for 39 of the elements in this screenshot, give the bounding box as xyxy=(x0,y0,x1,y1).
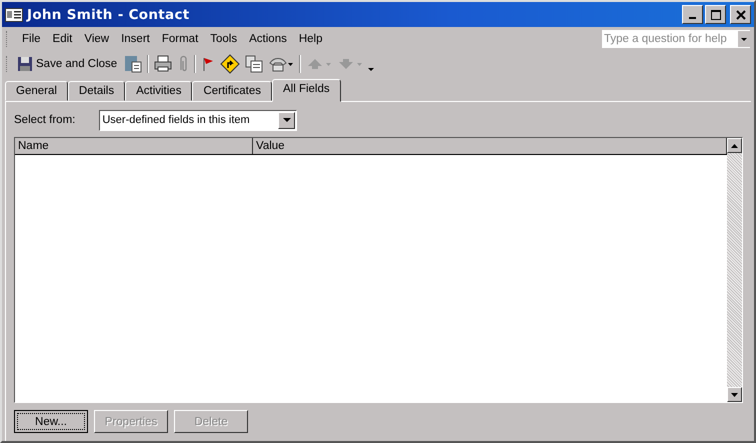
menu-item[interactable]: Format xyxy=(156,33,204,45)
menu-item[interactable]: File xyxy=(16,33,47,45)
dropdown-arrow-icon xyxy=(282,118,291,122)
scroll-up-icon xyxy=(731,144,738,148)
tab[interactable]: General xyxy=(5,81,68,101)
close-button[interactable] xyxy=(730,5,751,24)
minimize-button[interactable] xyxy=(682,5,703,24)
telephone-icon[interactable] xyxy=(268,55,294,73)
menu-item[interactable]: Tools xyxy=(204,33,244,45)
contact-card-icon xyxy=(5,8,23,22)
menu-item[interactable]: Actions xyxy=(243,33,293,45)
flag-icon[interactable] xyxy=(201,55,216,73)
select-from-dropdown[interactable]: User-defined fields in this item xyxy=(99,110,298,130)
road-sign-icon[interactable] xyxy=(220,54,240,74)
tab[interactable]: Certificates xyxy=(192,81,272,101)
menu-item[interactable]: Edit xyxy=(46,33,78,45)
tab[interactable]: Activities xyxy=(125,81,192,101)
save-icon[interactable] xyxy=(124,55,142,73)
scroll-down-icon xyxy=(731,392,738,396)
select-from-label: Select from: xyxy=(14,114,76,126)
tab[interactable]: Details xyxy=(68,81,126,101)
save-and-close-button[interactable]: Save and Close xyxy=(15,56,120,72)
menu-item[interactable]: Insert xyxy=(115,33,156,45)
window-title: John Smith - Contact xyxy=(27,6,190,22)
fields-list[interactable]: Name Value xyxy=(14,137,743,403)
column-header[interactable]: Value xyxy=(253,138,727,154)
help-search-field[interactable]: Type a question for help xyxy=(602,30,750,48)
menu-item[interactable]: Help xyxy=(292,33,328,45)
minimize-icon xyxy=(689,17,696,19)
menu-item[interactable]: View xyxy=(78,33,116,45)
column-header[interactable]: Name xyxy=(15,138,253,154)
maximize-icon xyxy=(710,10,720,20)
maximize-button[interactable] xyxy=(705,5,726,24)
document-card-icon[interactable] xyxy=(245,55,264,73)
close-icon xyxy=(736,10,746,20)
printer-icon[interactable] xyxy=(154,55,172,73)
dialog-button[interactable]: New... xyxy=(14,410,88,433)
scrollbar[interactable] xyxy=(727,138,742,402)
tab[interactable]: All Fields xyxy=(272,79,341,102)
